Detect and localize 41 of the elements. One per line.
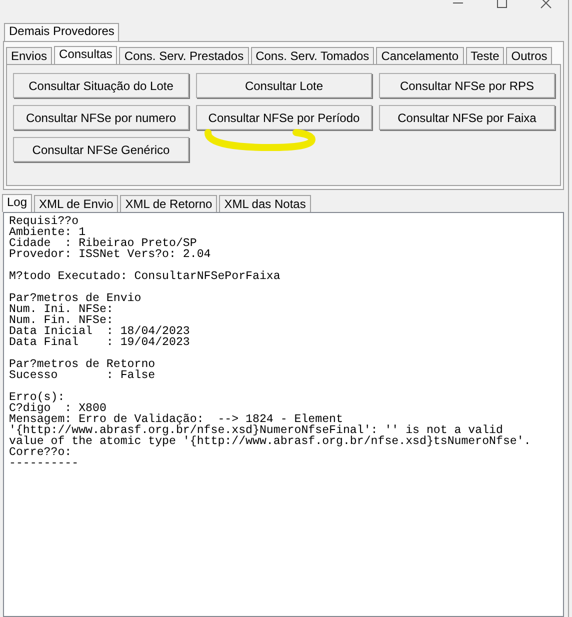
tab[interactable]: Consultas — [54, 46, 118, 64]
tab[interactable]: Cons. Serv. Tomados — [250, 47, 374, 64]
query-button[interactable]: Consultar NFSe Genérico — [13, 137, 189, 162]
query-button[interactable]: Consultar NFSe por Faixa — [379, 105, 555, 130]
query-button[interactable]: Consultar NFSe por RPS — [379, 73, 555, 98]
query-button[interactable]: Consultar NFSe por numero — [13, 105, 189, 130]
log-line: Data Final : 19/04/2023 — [9, 337, 191, 348]
log-line: Corre??o: — [9, 447, 73, 458]
tab[interactable]: Cons. Serv. Prestados — [119, 47, 249, 64]
log-line: Par?metros de Retorno — [9, 359, 156, 370]
log-line: Sucesso : False — [9, 370, 156, 381]
log-line: Ambiente: 1 — [9, 227, 86, 238]
log-line: Num. Ini. NFSe: — [9, 304, 114, 315]
tab[interactable]: Envios — [6, 47, 52, 64]
tab[interactable]: Cancelamento — [376, 47, 464, 64]
log-line: Num. Fin. NFSe: — [9, 315, 114, 326]
tab[interactable]: Teste — [466, 47, 504, 64]
log-line: M?todo Executado: ConsultarNFSePorFaixa — [9, 271, 282, 282]
query-button[interactable]: Consultar Lote — [196, 73, 372, 98]
log-line: Data Inicial : 18/04/2023 — [9, 326, 191, 337]
tab[interactable]: Log — [2, 194, 32, 212]
tab[interactable]: XML de Retorno — [120, 195, 218, 212]
log-line: value of the atomic type '{http://www.abrasf.org.br/nfse.xsd}tsNumeroNfse'. — [9, 436, 532, 447]
log-line: Requisi??o — [9, 216, 80, 227]
log-line: ---------- — [9, 458, 80, 469]
tab[interactable]: XML das Notas — [219, 195, 311, 212]
close-icon — [540, 0, 552, 9]
log-line: Provedor: ISSNet Vers?o: 2.04 — [9, 249, 212, 260]
log-line: Par?metros de Envio — [9, 293, 142, 304]
tab[interactable]: Demais Provedores — [4, 23, 120, 41]
tab[interactable]: Outros — [506, 47, 552, 64]
log-text-area[interactable] — [3, 212, 564, 617]
log-line: C?digo : X800 — [9, 403, 108, 414]
query-button[interactable]: Consultar NFSe por Período — [196, 105, 372, 130]
query-button[interactable]: Consultar Situação do Lote — [13, 73, 189, 98]
log-line: Cidade : Ribeirao Preto/SP — [9, 238, 197, 249]
log-line: Mensagem: Erro de Validação: --> 1824 - Element — [9, 414, 343, 425]
log-line: Erro(s): — [9, 392, 66, 403]
maximize-icon — [496, 0, 508, 9]
tab[interactable]: XML de Envio — [34, 195, 118, 212]
log-line: '{http://www.abrasf.org.br/nfse.xsd}NumeroNfseFinal': '' is not a valid — [9, 425, 503, 436]
